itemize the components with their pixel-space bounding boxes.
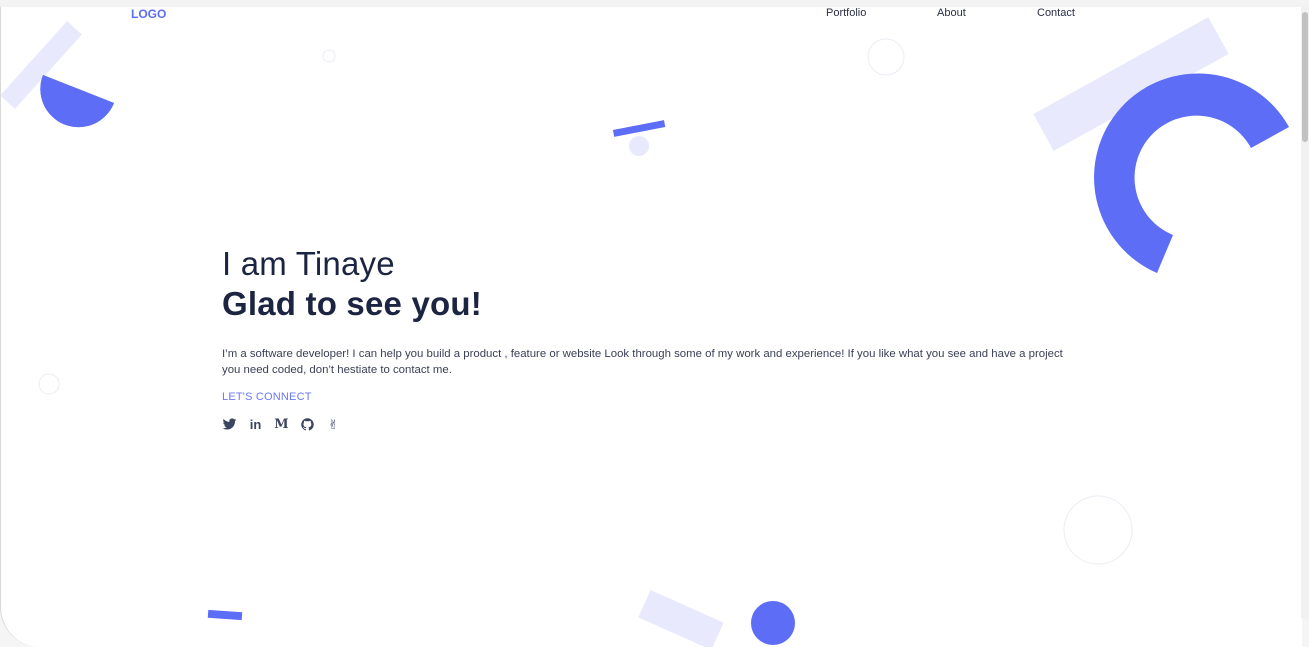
twitter-icon[interactable] xyxy=(222,417,237,432)
outline-circle-top xyxy=(867,38,905,76)
outline-circle-left xyxy=(38,373,60,395)
linkedin-icon[interactable]: in xyxy=(248,417,263,432)
social-links: in M ✌ xyxy=(222,417,1082,432)
top-nav: LOGO Portfolio About Contact xyxy=(1,7,1302,23)
light-bar-bottom xyxy=(638,590,724,647)
nav-link-about[interactable]: About xyxy=(937,7,966,19)
nav-link-portfolio[interactable]: Portfolio xyxy=(826,7,866,19)
scrollbar-thumb[interactable] xyxy=(1302,12,1308,142)
medium-icon[interactable]: M xyxy=(274,417,289,432)
outline-circle-small xyxy=(322,49,336,63)
blue-disc-bottom xyxy=(751,601,795,645)
outline-circle-bottom-right xyxy=(1063,495,1133,565)
lets-connect-link[interactable]: LET'S CONNECT xyxy=(222,391,312,403)
browser-top-strip xyxy=(0,0,1309,7)
light-dot-center xyxy=(629,136,649,156)
nav-link-contact[interactable]: Contact xyxy=(1037,7,1075,19)
blue-bar-center xyxy=(612,120,666,137)
hero-section: I am Tinaye Glad to see you! I’m a softw… xyxy=(222,244,1082,432)
half-disc-fill xyxy=(40,75,114,128)
blue-bar-bottom-left xyxy=(207,609,243,621)
github-icon[interactable] xyxy=(300,417,315,432)
hero-title: I am Tinaye Glad to see you! xyxy=(222,244,1082,324)
angellist-icon[interactable]: ✌ xyxy=(326,417,341,432)
hero-title-line1: I am Tinaye xyxy=(222,245,395,282)
hero-title-line2: Glad to see you! xyxy=(222,285,482,322)
logo[interactable]: LOGO xyxy=(131,7,166,21)
hero-description: I’m a software developer! I can help you… xyxy=(222,348,1063,376)
page: LOGO Portfolio About Contact I am Tinaye… xyxy=(0,7,1302,647)
